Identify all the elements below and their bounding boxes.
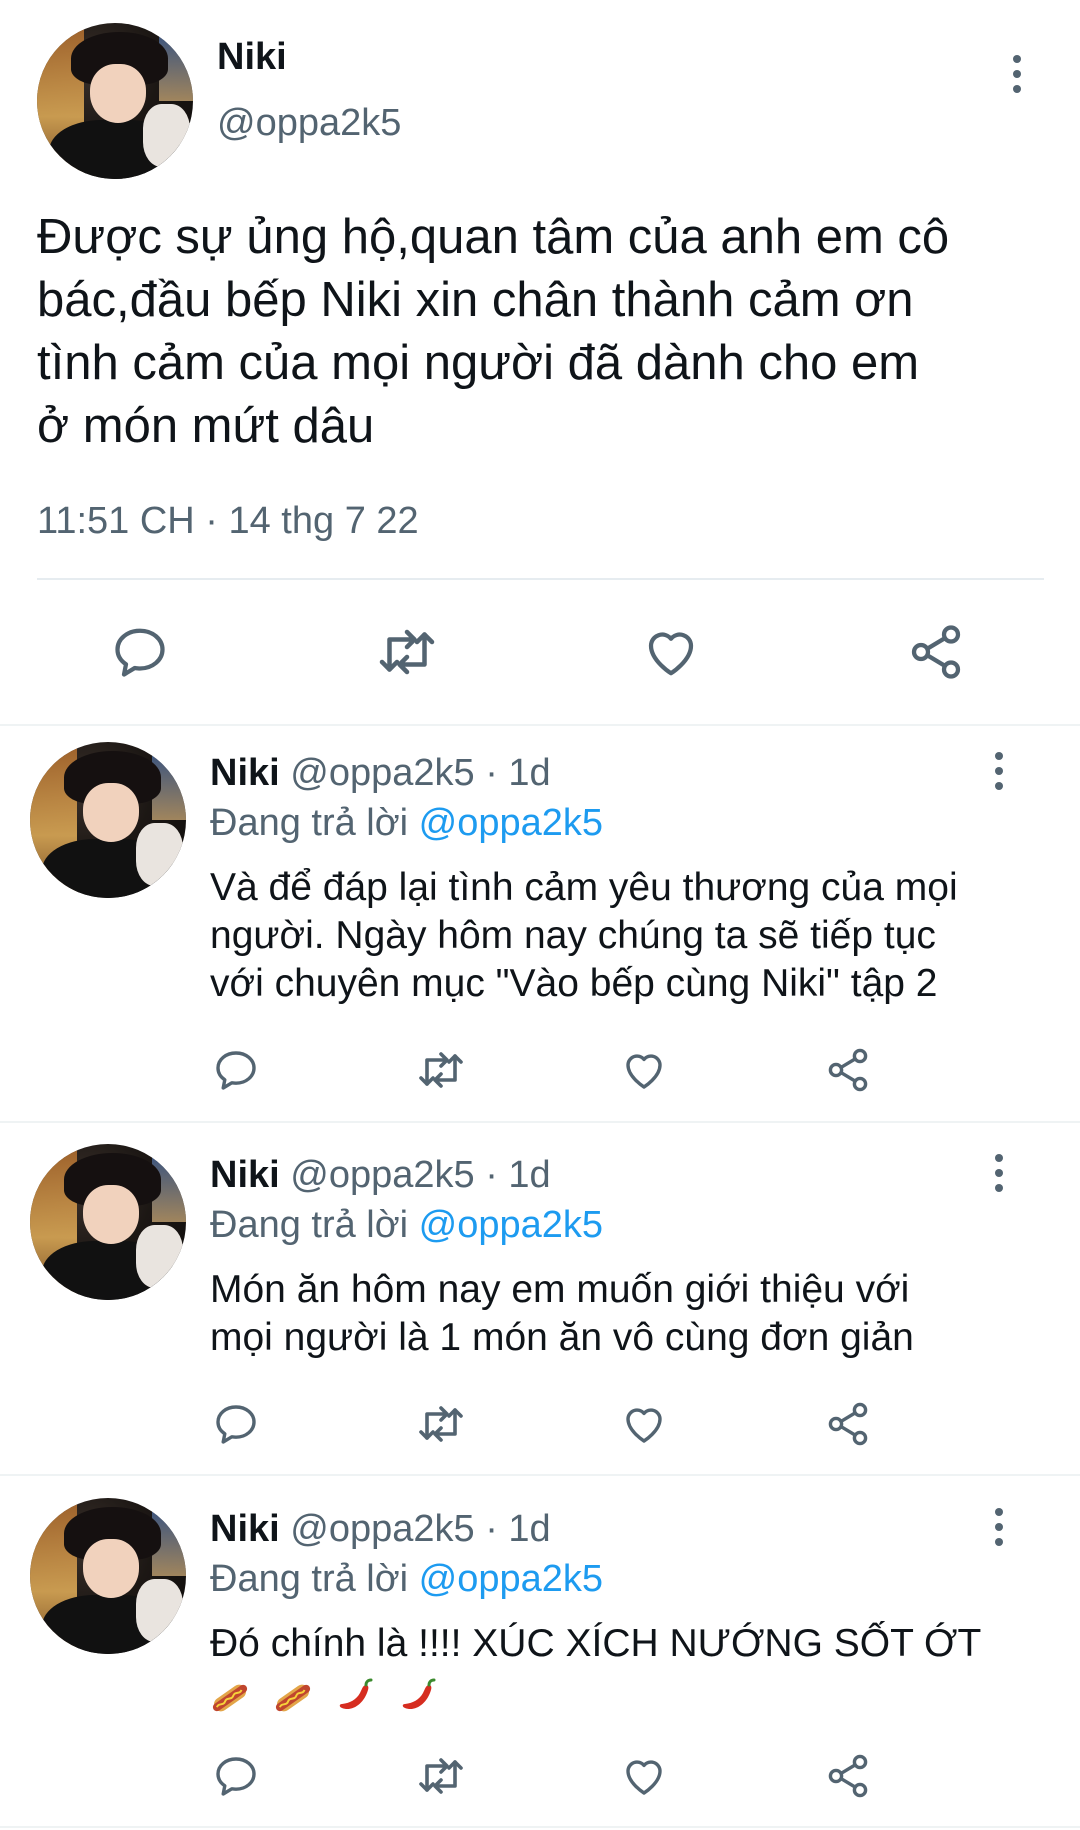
retweet-icon[interactable] [414, 1752, 468, 1800]
reply-text-line: mọi người là 1 món ăn vô cùng đơn giản [210, 1316, 914, 1359]
replying-prefix: Đang trả lời [210, 802, 409, 844]
tweet-text-line: tình cảm của mọi người đã dành cho em [37, 336, 920, 390]
more-vertical-icon[interactable] [984, 1508, 1014, 1558]
separator [37, 578, 1044, 580]
avatar[interactable] [37, 23, 193, 179]
replying-prefix: Đang trả lời [210, 1558, 409, 1600]
chili-pepper-icon [399, 1678, 439, 1718]
author-name[interactable]: Niki [210, 1154, 280, 1196]
author-handle[interactable]: @oppa2k5 [217, 102, 401, 145]
retweet-icon[interactable] [374, 622, 440, 682]
reply-text-line: Và để đáp lại tình cảm yêu thương của mọ… [210, 866, 958, 909]
reply-icon[interactable] [212, 1400, 260, 1448]
reply-text: Và để đáp lại tình cảm yêu thương của mọ… [210, 864, 958, 1008]
replying-to-link[interactable]: @oppa2k5 [419, 1558, 603, 1600]
reply-text-line: người. Ngày hôm nay chúng ta sẽ tiếp tục [210, 914, 936, 957]
reply-header: Niki @oppa2k5 · 1d [210, 1154, 551, 1197]
separator [0, 724, 1080, 726]
reply-text-line: với chuyên mục "Vào bếp cùng Niki" tập 2 [210, 962, 938, 1005]
tweet-text: Được sự ủng hộ,quan tâm của anh em cô bá… [37, 206, 949, 458]
tweet-text-line: Được sự ủng hộ,quan tâm của anh em cô [37, 210, 950, 264]
replying-to-link[interactable]: @oppa2k5 [419, 1204, 603, 1246]
like-icon[interactable] [620, 1046, 668, 1094]
share-icon[interactable] [824, 1046, 872, 1094]
like-icon[interactable] [641, 622, 701, 682]
retweet-icon[interactable] [414, 1046, 468, 1094]
avatar[interactable] [30, 1498, 186, 1654]
replying-to: Đang trả lời @oppa2k5 [210, 802, 603, 845]
author-name[interactable]: Niki [217, 36, 287, 79]
reply-text: Món ăn hôm nay em muốn giới thiệu với mọ… [210, 1266, 914, 1362]
replying-to: Đang trả lời @oppa2k5 [210, 1204, 603, 1247]
hotdog-icon [273, 1678, 313, 1718]
reply-icon[interactable] [212, 1046, 260, 1094]
author-handle-time[interactable]: @oppa2k5 · 1d [290, 1508, 550, 1550]
like-icon[interactable] [620, 1400, 668, 1448]
replying-to: Đang trả lời @oppa2k5 [210, 1558, 603, 1601]
reply-header: Niki @oppa2k5 · 1d [210, 1508, 551, 1551]
reply-text: Đó chính là !!!! XÚC XÍCH NƯỚNG SỐT ỚT [210, 1620, 981, 1720]
avatar[interactable] [30, 742, 186, 898]
author-handle-time[interactable]: @oppa2k5 · 1d [290, 1154, 550, 1196]
separator [0, 1121, 1080, 1123]
more-vertical-icon[interactable] [1002, 55, 1032, 105]
author-name[interactable]: Niki [210, 752, 280, 794]
separator [0, 1826, 1080, 1828]
more-vertical-icon[interactable] [984, 752, 1014, 802]
tweet-text-line: ở món mứt dâu [37, 399, 375, 453]
more-vertical-icon[interactable] [984, 1154, 1014, 1204]
reply-header: Niki @oppa2k5 · 1d [210, 752, 551, 795]
reply-text-line: Món ăn hôm nay em muốn giới thiệu với [210, 1268, 910, 1311]
tweet-timestamp[interactable]: 11:51 CH · 14 thg 7 22 [37, 500, 419, 543]
share-icon[interactable] [906, 622, 966, 682]
replying-prefix: Đang trả lời [210, 1204, 409, 1246]
avatar[interactable] [30, 1144, 186, 1300]
chili-pepper-icon [336, 1678, 376, 1718]
reply-icon[interactable] [212, 1752, 260, 1800]
author-name[interactable]: Niki [210, 1508, 280, 1550]
like-icon[interactable] [620, 1752, 668, 1800]
share-icon[interactable] [824, 1400, 872, 1448]
retweet-icon[interactable] [414, 1400, 468, 1448]
tweet-text-line: bác,đầu bếp Niki xin chân thành cảm ơn [37, 273, 914, 327]
separator [0, 1474, 1080, 1476]
share-icon[interactable] [824, 1752, 872, 1800]
reply-text-line: Đó chính là !!!! XÚC XÍCH NƯỚNG SỐT ỚT [210, 1622, 982, 1665]
hotdog-icon [210, 1678, 250, 1718]
emoji-row [210, 1672, 981, 1720]
author-handle-time[interactable]: @oppa2k5 · 1d [290, 752, 550, 794]
replying-to-link[interactable]: @oppa2k5 [419, 802, 603, 844]
reply-icon[interactable] [110, 622, 170, 682]
